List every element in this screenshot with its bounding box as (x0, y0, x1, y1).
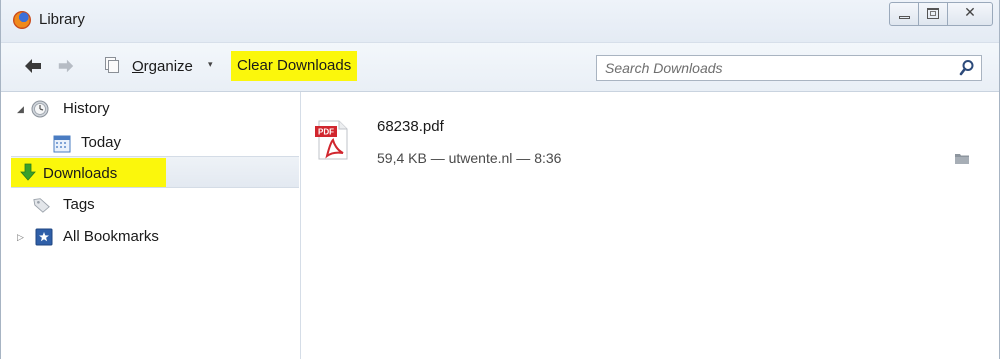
organize-icon (105, 57, 119, 73)
list-item[interactable]: PDF 68238.pdf 59,4 KB — utwente.nl — 8:3… (301, 108, 999, 178)
organize-menu-button[interactable]: Organize (132, 58, 193, 75)
sidebar-item-label: History (63, 100, 110, 117)
bookmarks-icon (35, 228, 53, 246)
sidebar-item-label: Today (81, 134, 122, 151)
file-name: 68238.pdf (377, 118, 444, 135)
search-box[interactable] (596, 55, 982, 81)
sidebar-item-today[interactable]: Today (1, 128, 301, 158)
forward-arrow-icon[interactable] (57, 57, 75, 75)
search-input[interactable] (597, 56, 963, 80)
file-details: 59,4 KB — utwente.nl — 8:36 (377, 150, 562, 166)
firefox-logo-icon (13, 11, 31, 29)
restore-icon (927, 8, 939, 19)
window-title: Library (39, 11, 85, 28)
sidebar-item-tags[interactable]: Tags (1, 190, 301, 220)
sidebar-item-label: Tags (63, 196, 95, 213)
downloads-list: PDF 68238.pdf 59,4 KB — utwente.nl — 8:3… (301, 92, 999, 359)
download-arrow-icon (20, 163, 36, 181)
back-arrow-icon[interactable] (23, 56, 43, 76)
library-window: Library ✕ Organize ▾ Clear Downloads Sea… (0, 0, 1000, 359)
close-button[interactable]: ✕ (947, 2, 993, 26)
sidebar-tree: ◢ History Today Downloads Tags ▷ All Boo… (1, 92, 301, 359)
title-bar[interactable]: Library ✕ (1, 0, 999, 43)
tag-icon (33, 198, 50, 213)
search-icon[interactable] (959, 59, 975, 77)
sidebar-item-all-bookmarks[interactable]: ▷ All Bookmarks (1, 222, 301, 252)
folder-icon[interactable] (955, 152, 969, 164)
clock-icon (31, 100, 49, 118)
expanded-twisty-icon[interactable]: ◢ (17, 104, 24, 115)
collapsed-twisty-icon[interactable]: ▷ (17, 232, 24, 243)
sidebar-item-label: All Bookmarks (63, 228, 159, 245)
clear-downloads-button[interactable]: Clear Downloads (231, 51, 358, 81)
sidebar-item-history[interactable]: ◢ History (1, 94, 301, 124)
sidebar-item-label: Downloads (43, 165, 118, 182)
calendar-icon (53, 135, 71, 153)
maximize-button[interactable] (918, 2, 948, 26)
svg-text:PDF: PDF (318, 128, 334, 137)
minimize-button[interactable] (889, 2, 919, 26)
organize-dropdown-icon: ▾ (208, 59, 213, 69)
pdf-icon: PDF (315, 120, 348, 160)
close-icon: ✕ (964, 5, 976, 21)
sidebar-item-downloads[interactable]: Downloads (1, 158, 301, 188)
minimize-icon (899, 16, 910, 19)
window-controls: ✕ (889, 2, 993, 26)
toolbar: Organize ▾ Clear Downloads (1, 43, 999, 92)
organize-accesskey: O (132, 58, 144, 75)
organize-label: rganize (143, 58, 193, 75)
